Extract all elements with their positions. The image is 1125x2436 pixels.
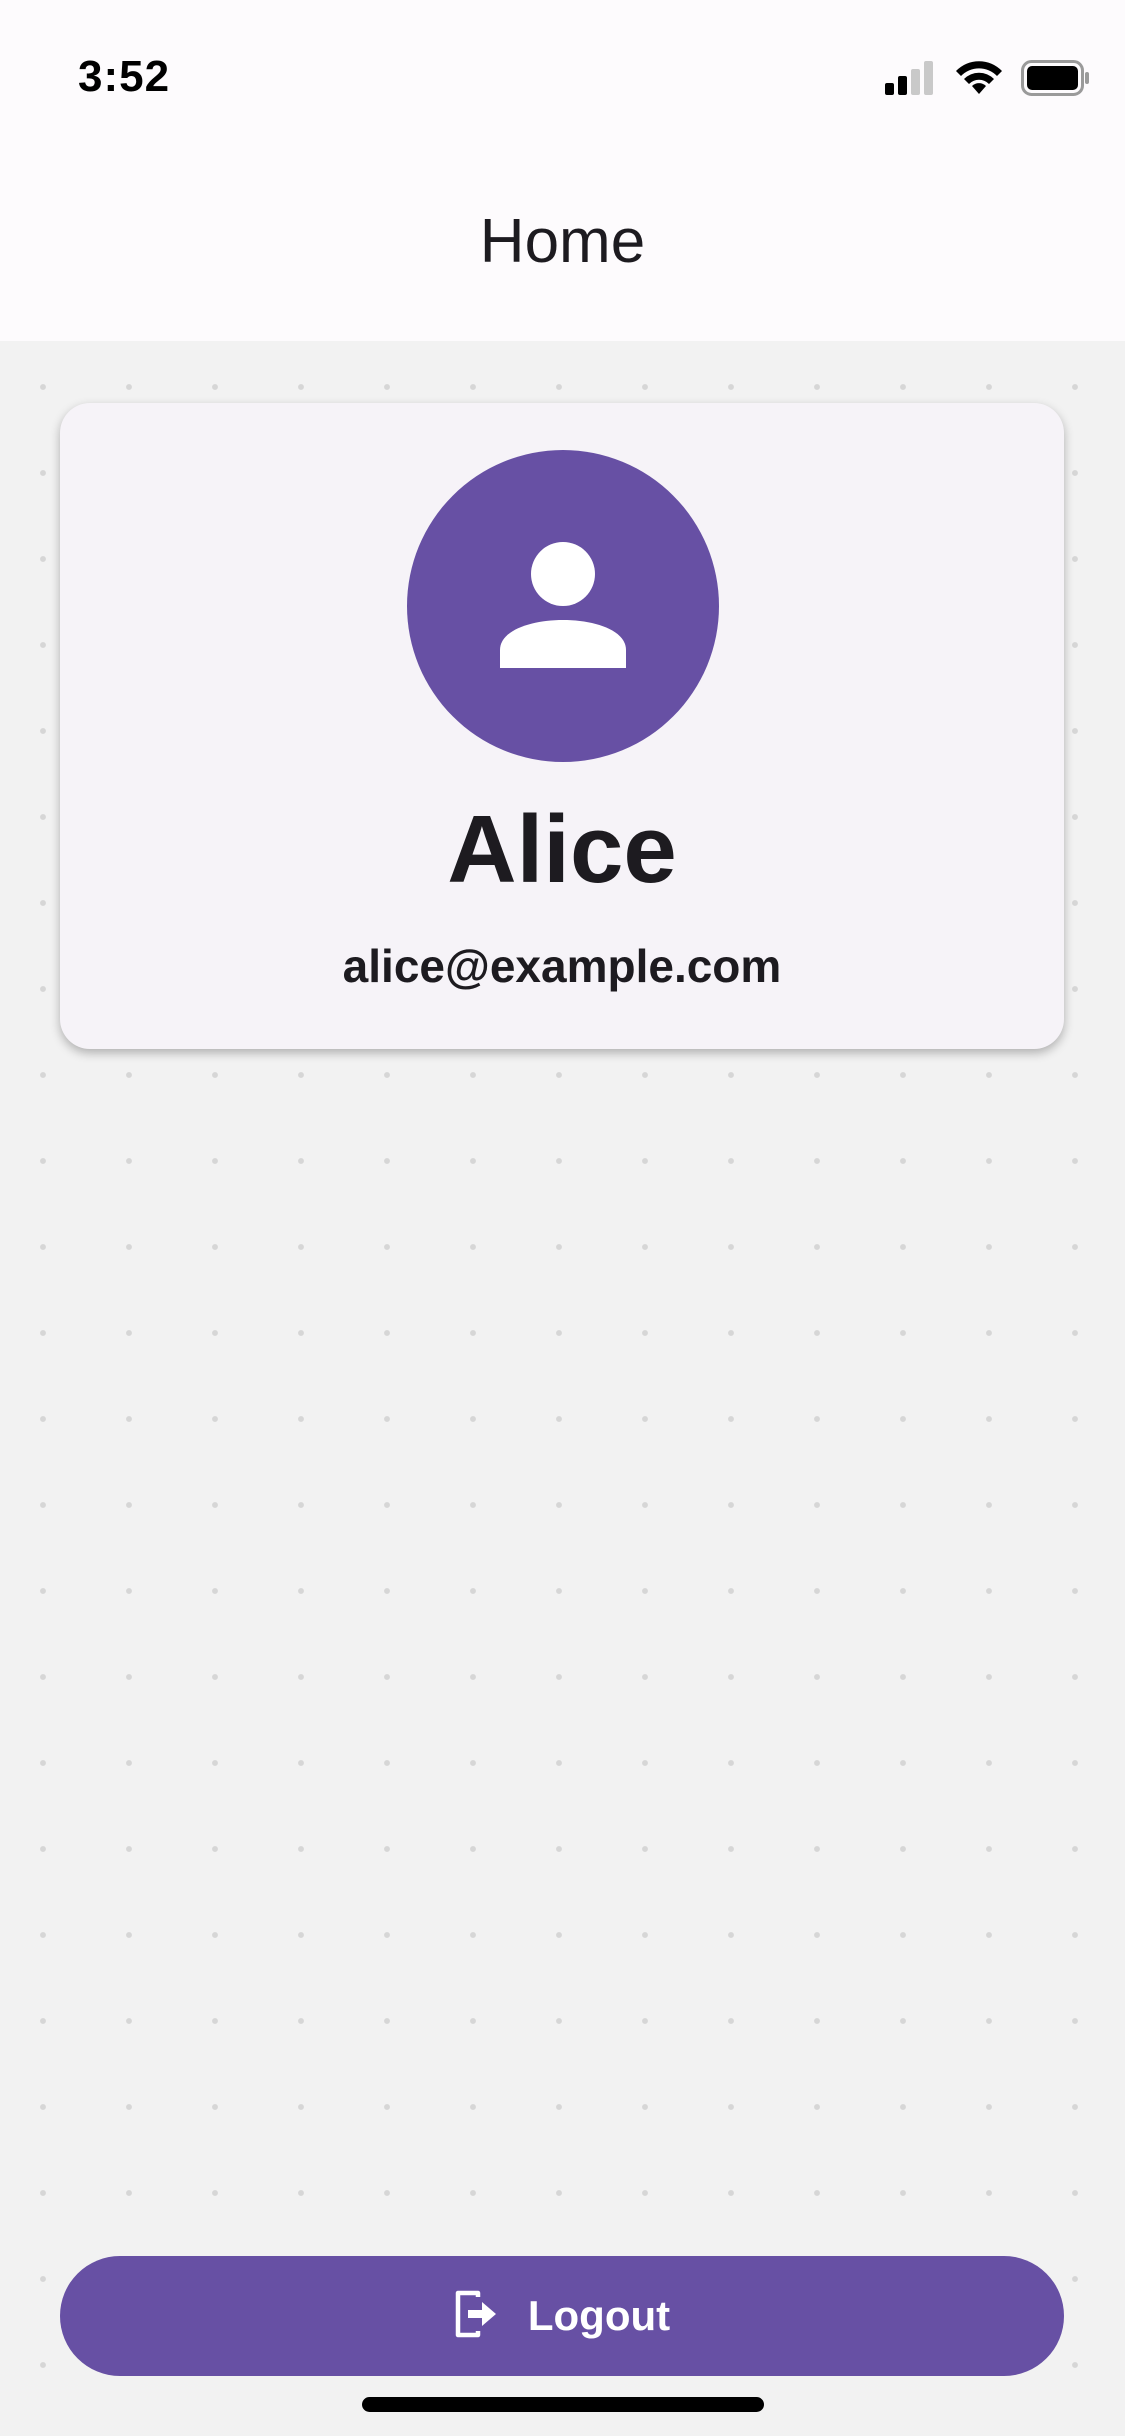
user-email: alice@example.com <box>342 940 782 992</box>
app-screen: 3:52 Home Alice alice@example.com Logout <box>0 0 1125 2436</box>
cellular-signal-icon <box>885 60 937 100</box>
profile-card: Alice alice@example.com <box>60 403 1064 1049</box>
battery-icon <box>1021 59 1091 101</box>
home-indicator[interactable] <box>362 2397 764 2412</box>
page-title: Home <box>479 207 646 276</box>
top-bar: 3:52 Home <box>0 0 1125 341</box>
wifi-icon <box>955 60 1003 101</box>
logout-icon <box>454 2289 498 2344</box>
user-name: Alice <box>447 796 677 903</box>
avatar <box>407 450 719 762</box>
logout-button[interactable]: Logout <box>60 2256 1064 2376</box>
status-time: 3:52 <box>78 52 171 101</box>
logout-label: Logout <box>527 2292 671 2339</box>
status-icons <box>885 59 1091 101</box>
person-icon <box>500 542 626 668</box>
